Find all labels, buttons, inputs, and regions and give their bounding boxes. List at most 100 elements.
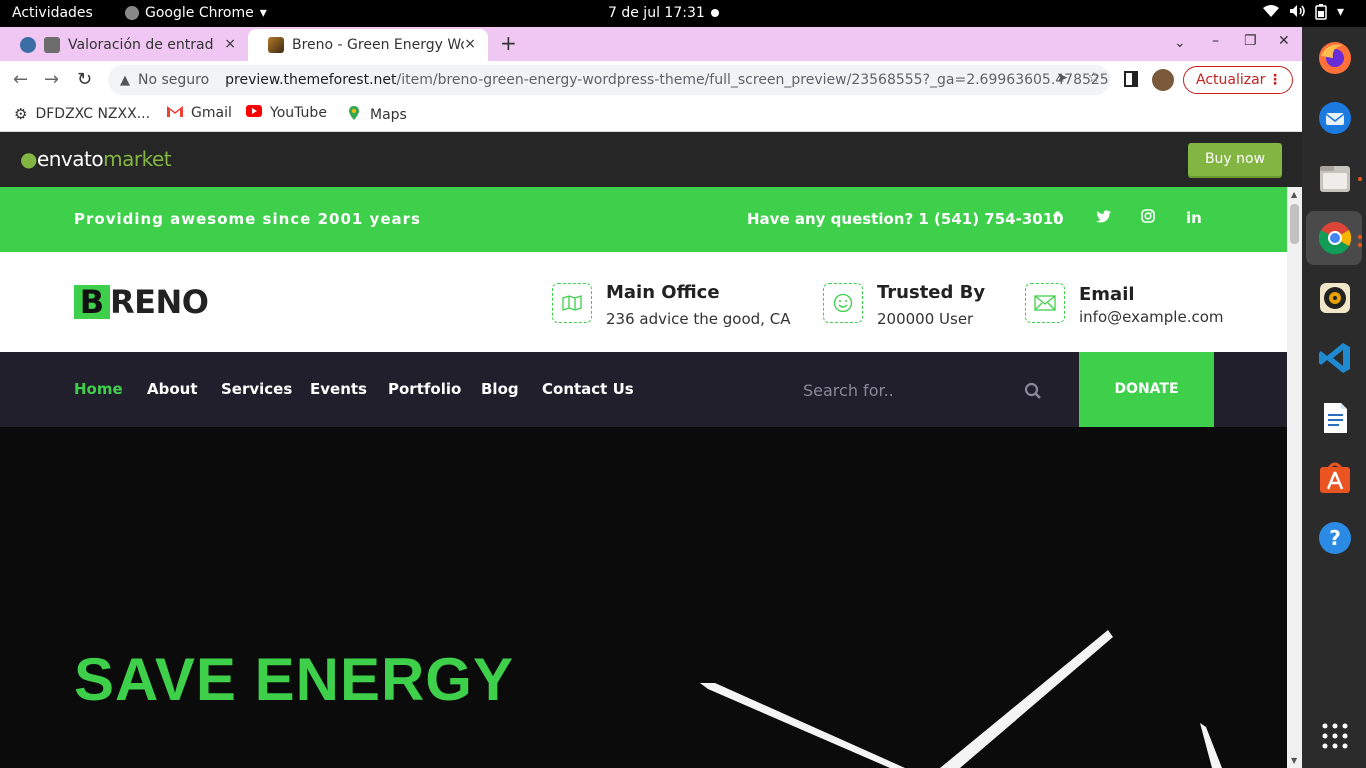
tab-strip: Valoración de entrada × Breno - Green En…: [0, 27, 1302, 61]
close-icon[interactable]: ×: [464, 36, 476, 52]
nav-contact-us[interactable]: Contact Us: [542, 380, 634, 398]
search-icon[interactable]: [1024, 382, 1042, 400]
site-logo[interactable]: B RENO: [74, 283, 209, 321]
twitter-icon[interactable]: [1096, 209, 1111, 227]
help-icon[interactable]: ?: [1316, 519, 1354, 557]
chevron-down-icon: ▾: [1336, 4, 1344, 20]
address-bar[interactable]: ▲ No seguro preview.themeforest.net /ite…: [108, 65, 1110, 95]
system-tray[interactable]: ▾: [1262, 4, 1344, 24]
nav-events[interactable]: Events: [310, 380, 367, 398]
breno-favicon-icon: [268, 37, 284, 53]
avatar[interactable]: [1152, 69, 1174, 91]
close-window-icon[interactable]: ✕: [1278, 33, 1290, 49]
desktop: Actividades Google Chrome ▾ 7 de jul 17:…: [0, 0, 1366, 768]
chrome-icon: [125, 6, 139, 20]
globe-icon: [20, 37, 36, 53]
reload-icon[interactable]: ↻: [77, 69, 92, 90]
rhythmbox-icon[interactable]: [1316, 279, 1354, 317]
show-apps-icon[interactable]: [1316, 717, 1354, 755]
send-icon[interactable]: ➤: [1056, 70, 1068, 86]
running-indicator: [1358, 235, 1362, 239]
bookmark-star-icon[interactable]: ☆: [1087, 70, 1100, 86]
donate-button[interactable]: DONATE: [1079, 352, 1214, 427]
battery-icon: [1315, 4, 1327, 24]
gmail-icon: [167, 105, 183, 121]
nav-services[interactable]: Services: [221, 380, 292, 398]
bookmark-youtube[interactable]: YouTube: [246, 105, 327, 121]
activities-button[interactable]: Actividades: [12, 5, 93, 21]
info-sub: 200000 User: [877, 310, 974, 328]
facebook-icon[interactable]: f: [1053, 209, 1060, 227]
notification-dot: [711, 9, 719, 17]
tab-title: Breno - Green Energy Wor: [292, 37, 464, 53]
hero-title: SAVE ENERGY: [74, 646, 514, 713]
envato-logo-market: market: [103, 147, 172, 171]
phone-info: Have any question? 1 (541) 754-3010: [747, 210, 1064, 228]
firefox-icon[interactable]: [1316, 39, 1354, 77]
nav-about[interactable]: About: [147, 380, 198, 398]
wifi-icon: [1262, 4, 1279, 24]
smile-icon: [823, 283, 863, 323]
info-title: Trusted By: [877, 282, 986, 303]
update-button[interactable]: Actualizar ⋮: [1183, 66, 1293, 94]
running-indicator: [1358, 177, 1362, 181]
side-panel-icon[interactable]: [1124, 71, 1138, 87]
bookmark-gmail[interactable]: Gmail: [167, 105, 232, 121]
volume-icon: [1289, 4, 1305, 24]
page-viewport: ●envatomarket Buy now Providing awesome …: [0, 132, 1302, 768]
tab-search-icon[interactable]: ⌄: [1174, 35, 1186, 51]
info-sub: info@example.com: [1079, 308, 1224, 326]
chrome-icon[interactable]: [1316, 219, 1354, 257]
software-center-icon[interactable]: [1316, 459, 1354, 497]
writer-icon[interactable]: [1316, 399, 1354, 437]
envato-logo[interactable]: ●envatomarket: [20, 147, 172, 171]
tab-title: Valoración de entrada: [68, 37, 213, 53]
new-tab-icon[interactable]: +: [500, 31, 517, 55]
clock[interactable]: 7 de jul 17:31: [608, 5, 705, 21]
info-title: Email: [1079, 284, 1135, 305]
forward-icon[interactable]: →: [44, 69, 59, 90]
insecure-label[interactable]: No seguro: [138, 72, 209, 88]
caret-down-icon: ▾: [259, 5, 267, 21]
nav-blog[interactable]: Blog: [481, 380, 519, 398]
info-title: Main Office: [606, 282, 720, 303]
main-nav: Home About Services Events Portfolio Blo…: [0, 352, 1287, 427]
restore-icon[interactable]: ❐: [1244, 33, 1257, 49]
buy-now-button[interactable]: Buy now: [1188, 143, 1282, 176]
url-path: /item/breno-green-energy-wordpress-theme…: [396, 72, 1110, 88]
gear-icon: ⚙: [14, 105, 28, 123]
tab-valoracion[interactable]: Valoración de entrada ×: [0, 29, 248, 61]
bookmark-maps[interactable]: Maps: [346, 105, 407, 125]
scroll-up-icon[interactable]: ▲: [1291, 190, 1297, 199]
app-name: Google Chrome: [145, 5, 254, 21]
app-menu[interactable]: Google Chrome ▾: [125, 5, 267, 21]
thunderbird-icon[interactable]: [1316, 99, 1354, 137]
scrollbar-thumb[interactable]: [1290, 204, 1299, 244]
vscode-icon[interactable]: [1316, 339, 1354, 377]
envato-bar: ●envatomarket Buy now: [0, 132, 1302, 187]
bookmark-dfdzxc[interactable]: ⚙ DFDZXC NZXX...: [14, 105, 150, 123]
bookmark-label: Maps: [370, 107, 407, 123]
back-icon[interactable]: ←: [13, 69, 28, 90]
instagram-icon[interactable]: [1141, 209, 1155, 227]
scroll-down-icon[interactable]: ▼: [1291, 756, 1297, 765]
dock: ?: [1302, 27, 1366, 768]
bookmark-label: DFDZXC NZXX...: [35, 106, 151, 122]
minimize-icon[interactable]: –: [1212, 33, 1219, 49]
logo-mark: B: [74, 285, 110, 319]
update-label: Actualizar: [1196, 72, 1266, 88]
site-preview: Providing awesome since 2001 years Have …: [0, 187, 1287, 768]
warning-icon: ▲: [120, 72, 130, 88]
linkedin-icon[interactable]: in: [1186, 209, 1202, 227]
wind-turbine-illustration: [700, 630, 1222, 768]
nav-portfolio[interactable]: Portfolio: [388, 380, 461, 398]
files-icon[interactable]: [1316, 159, 1354, 197]
tab-breno[interactable]: Breno - Green Energy Wor ×: [248, 29, 488, 61]
search-input[interactable]: [790, 372, 1060, 408]
nav-home[interactable]: Home: [74, 380, 123, 398]
info-bar: B RENO Main Office 236 advice the good, …: [0, 252, 1287, 352]
map-icon: [552, 283, 592, 323]
page-scrollbar[interactable]: ▲ ▼: [1287, 187, 1302, 768]
close-icon[interactable]: ×: [224, 36, 236, 52]
youtube-icon: [246, 105, 262, 121]
